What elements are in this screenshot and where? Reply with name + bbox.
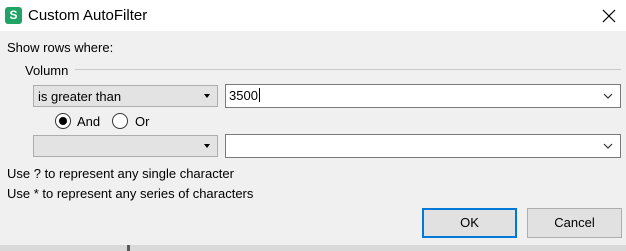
ok-button[interactable]: OK bbox=[422, 208, 517, 238]
and-radio[interactable] bbox=[55, 113, 71, 129]
hint-single-character: Use ? to represent any single character bbox=[7, 166, 234, 181]
and-radio-label[interactable]: And bbox=[77, 114, 100, 130]
condition2-operator-select[interactable] bbox=[33, 135, 218, 157]
app-icon: S bbox=[5, 7, 22, 24]
condition2-value-combobox[interactable] bbox=[225, 134, 621, 158]
condition1-operator-select[interactable]: is greater than bbox=[33, 85, 218, 107]
background-divider bbox=[127, 245, 130, 251]
column-group-label: Volumn bbox=[25, 63, 69, 78]
condition1-operator-value: is greater than bbox=[38, 89, 122, 104]
dropdown-arrow-icon bbox=[204, 94, 210, 98]
chevron-down-icon[interactable] bbox=[602, 140, 614, 152]
close-icon bbox=[602, 9, 616, 23]
condition1-value-combobox[interactable]: 3500 bbox=[225, 84, 621, 108]
condition1-value-text: 3500 bbox=[229, 88, 258, 103]
radio-selected-dot bbox=[59, 117, 67, 125]
title-bar: S Custom AutoFilter bbox=[0, 0, 626, 31]
chevron-down-icon[interactable] bbox=[602, 90, 614, 102]
cancel-button[interactable]: Cancel bbox=[527, 208, 622, 238]
or-radio-label[interactable]: Or bbox=[135, 114, 149, 130]
window-title: Custom AutoFilter bbox=[28, 7, 148, 24]
hint-series-characters: Use * to represent any series of charact… bbox=[7, 186, 254, 201]
group-divider bbox=[75, 69, 621, 70]
dropdown-arrow-icon bbox=[204, 144, 210, 148]
background-window-edge bbox=[0, 245, 626, 251]
show-rows-label: Show rows where: bbox=[7, 40, 114, 55]
or-radio[interactable] bbox=[112, 113, 128, 129]
text-caret bbox=[258, 88, 260, 102]
close-button[interactable] bbox=[596, 3, 622, 29]
custom-autofilter-dialog: S Custom AutoFilter Show rows where: Vol… bbox=[0, 0, 626, 251]
